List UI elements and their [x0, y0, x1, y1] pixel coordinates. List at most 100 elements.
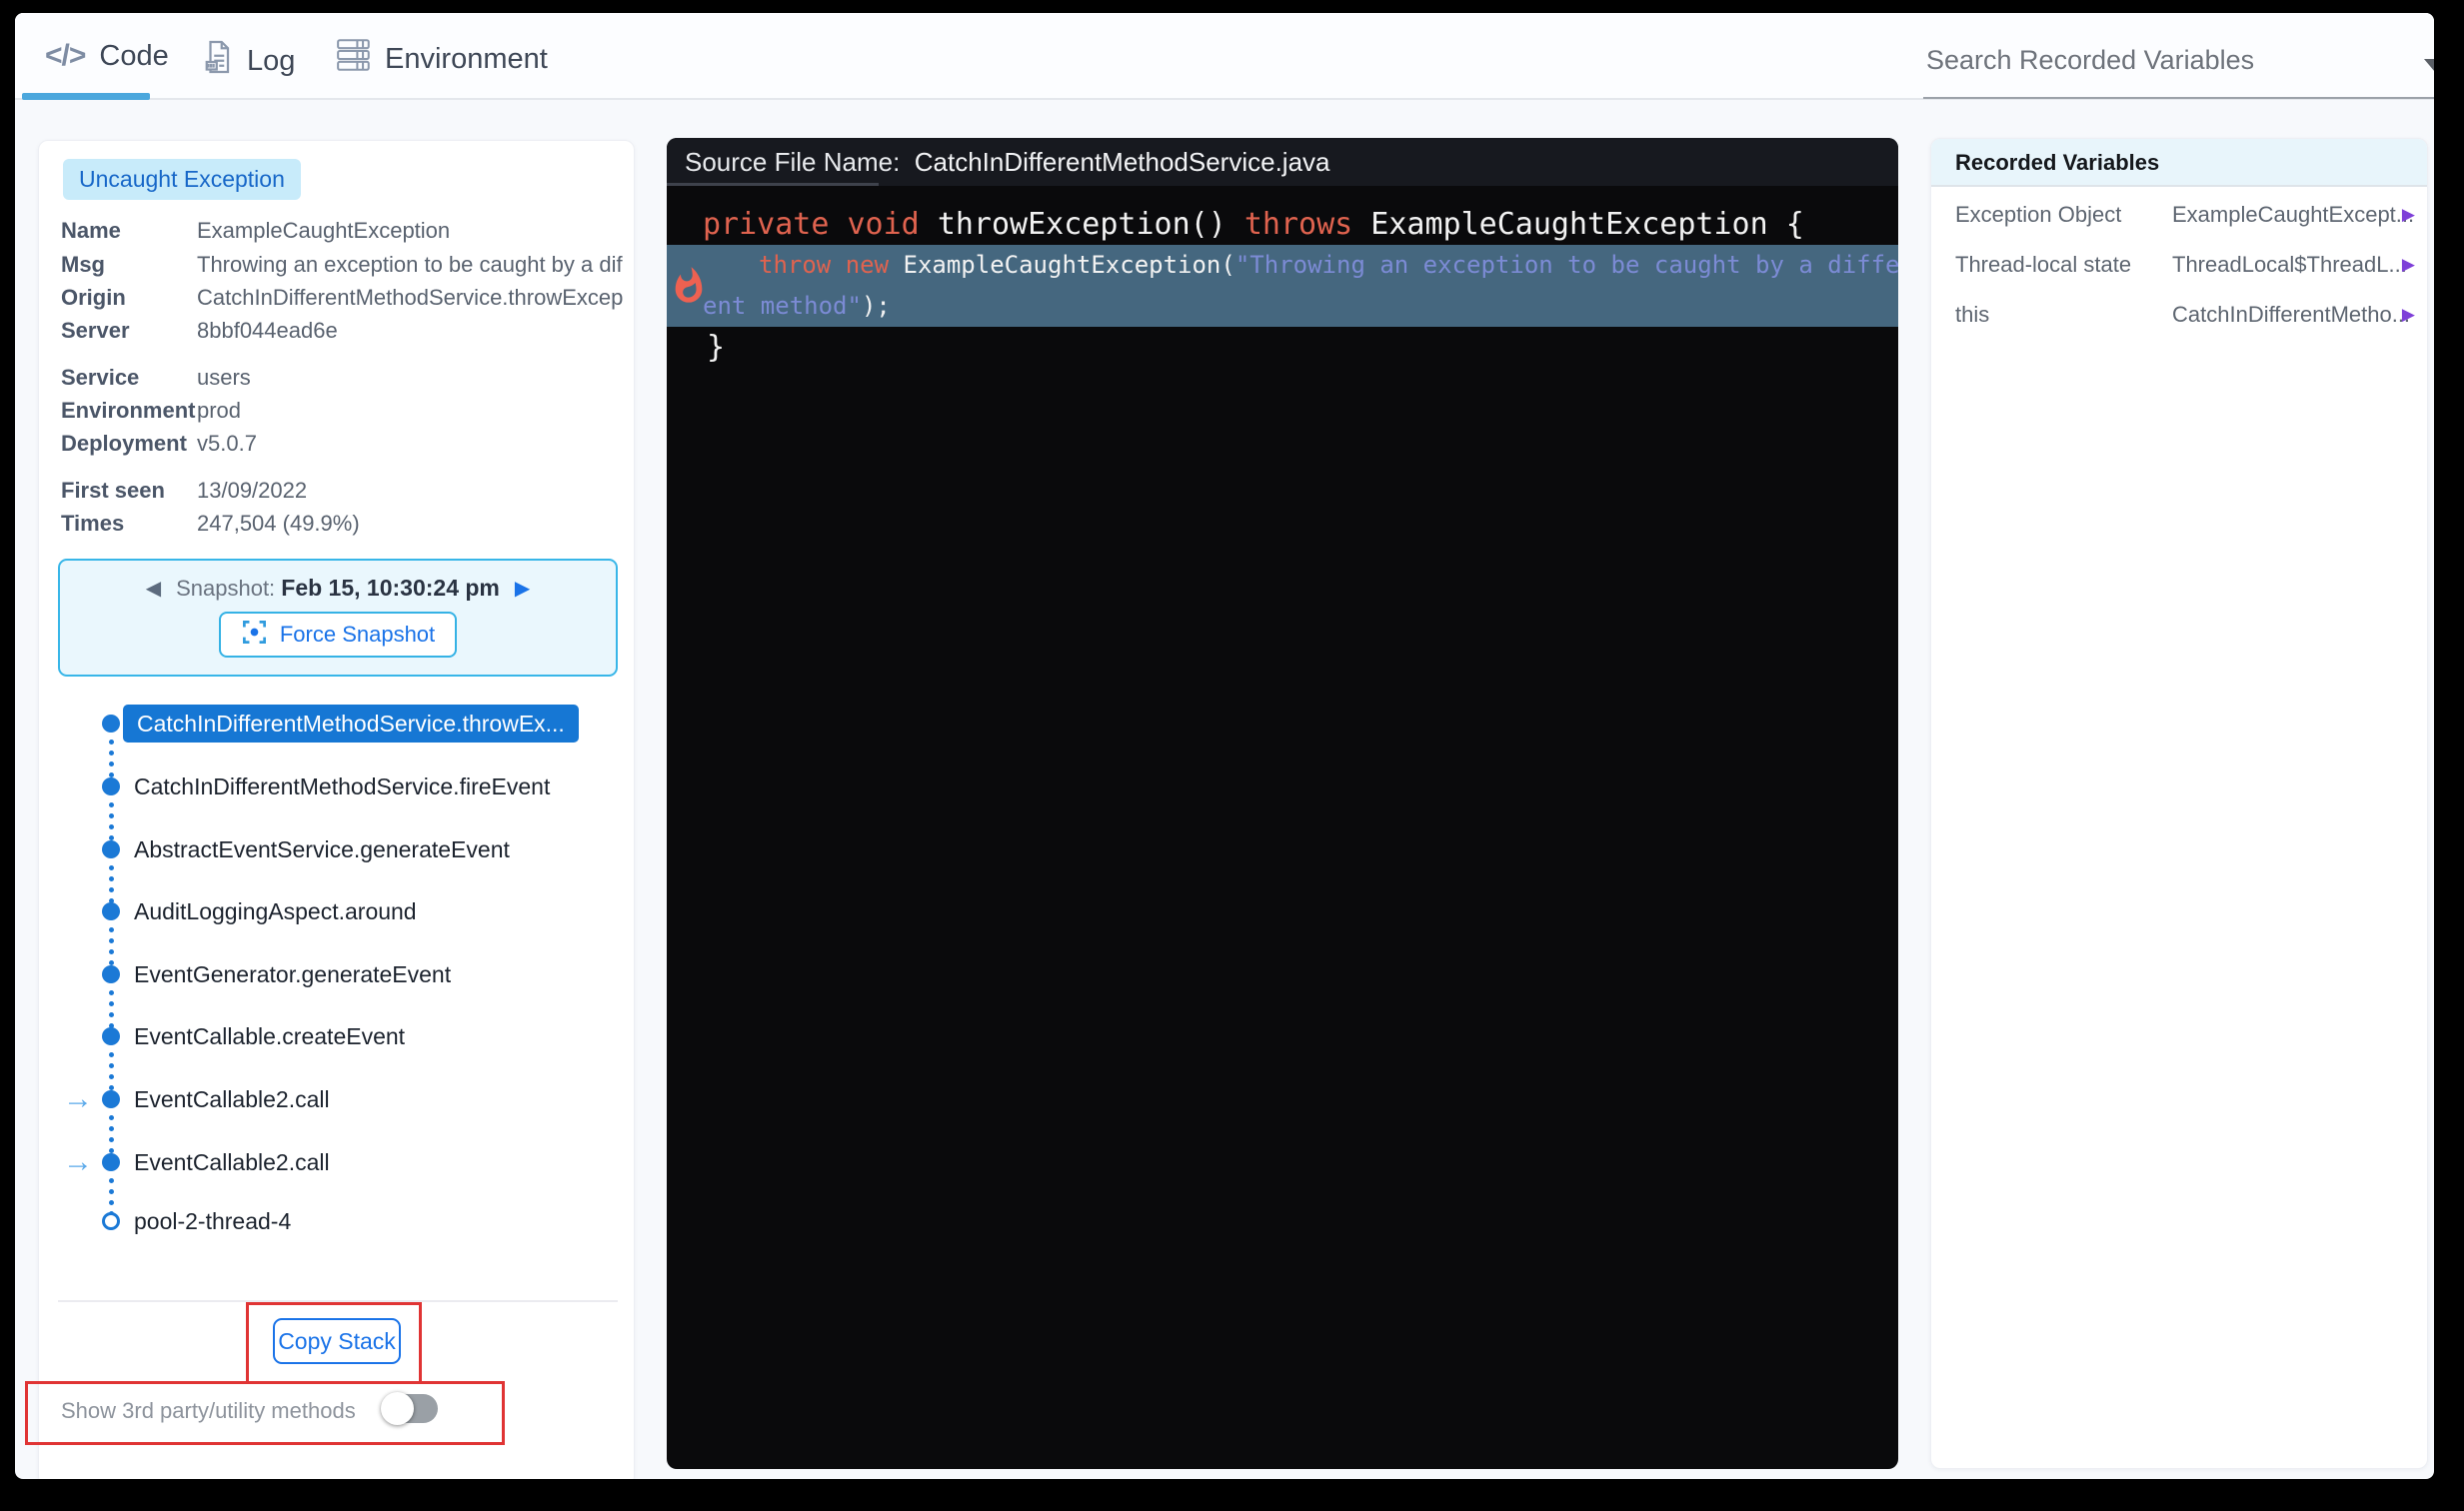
stack-connector: [107, 865, 115, 903]
divider: [58, 1300, 618, 1302]
stack-frame-label: AbstractEventService.generateEvent: [134, 835, 510, 862]
thread-ring-icon: [102, 1212, 120, 1230]
info-label: Server: [61, 318, 130, 343]
code-line-2-wrap[interactable]: ent method");: [667, 286, 1898, 327]
show-3rd-party-label: Show 3rd party/utility methods: [61, 1398, 356, 1423]
code-keyword: throw new: [759, 251, 904, 279]
stack-dot-icon: [102, 965, 120, 983]
tab-code[interactable]: </> Code: [45, 39, 169, 73]
snapshot-next-icon[interactable]: ▶: [515, 576, 530, 601]
recorded-variables-header: Recorded Variables: [1931, 139, 2427, 187]
variable-value: CatchInDifferentMetho...: [2172, 302, 2411, 327]
source-file-name-value: CatchInDifferentMethodService.java: [914, 147, 1330, 177]
expand-arrow-icon[interactable]: ▶: [2402, 205, 2415, 225]
tab-code-label: Code: [99, 39, 169, 72]
code-text: }: [707, 330, 726, 365]
stack-connector: [107, 990, 115, 1028]
variable-label: Exception Object: [1955, 202, 2122, 227]
force-snapshot-button[interactable]: Force Snapshot: [218, 612, 458, 658]
app-window: </> Code Log Environment Search Recorded…: [15, 13, 2434, 1479]
exception-type-badge: Uncaught Exception: [63, 159, 301, 200]
stack-frame-label: CatchInDifferentMethodService.fireEvent: [134, 772, 551, 799]
stack-dot-icon: [102, 1027, 120, 1045]
code-string: ent method": [703, 292, 862, 320]
stack-connector: [107, 1115, 115, 1153]
exception-flame-icon: [669, 266, 709, 306]
toggle-knob: [381, 1392, 414, 1425]
tab-log[interactable]: Log: [203, 39, 295, 83]
code-line-1[interactable]: private void throwException() throws Exa…: [667, 204, 1898, 246]
search-recorded-variables-select[interactable]: Search Recorded Variables: [1923, 39, 2434, 99]
info-value: v5.0.7: [197, 431, 257, 456]
info-value: users: [197, 365, 251, 390]
snapshot-prev-icon[interactable]: ◀: [146, 576, 161, 601]
info-label: Environment: [61, 398, 196, 423]
info-row-name: Name ExampleCaughtException: [39, 215, 636, 247]
variable-value: ThreadLocal$ThreadL...: [2172, 252, 2407, 277]
expand-arrow-icon[interactable]: ▶: [2402, 305, 2415, 325]
source-file-header: Source File Name: CatchInDifferentMethod…: [667, 138, 1898, 186]
search-recorded-variables-label: Search Recorded Variables: [1926, 45, 2255, 75]
stack-dot-icon: [102, 777, 120, 795]
info-label: Times: [61, 511, 125, 536]
code-text: ExampleCaughtException(: [903, 251, 1235, 279]
info-row-environment: Environment prod: [39, 395, 636, 427]
variable-row-this: this CatchInDifferentMetho... ▶: [1931, 297, 2427, 333]
copy-stack-label: Copy Stack: [278, 1327, 396, 1354]
source-file-name-label: Source File Name:: [685, 147, 901, 177]
chevron-down-icon[interactable]: [2424, 59, 2434, 72]
info-row-origin: Origin CatchInDifferentMethodService.thro…: [39, 282, 636, 314]
variable-label: this: [1955, 302, 1990, 327]
info-label: First seen: [61, 478, 165, 503]
show-3rd-party-toggle[interactable]: [381, 1392, 438, 1425]
variable-label: Thread-local state: [1955, 252, 2132, 277]
recorded-variables-title: Recorded Variables: [1955, 150, 2160, 175]
stack-connector: [107, 802, 115, 840]
stack-dot-icon: [102, 1153, 120, 1171]
force-snapshot-label: Force Snapshot: [279, 622, 436, 647]
stack-frame-label: EventCallable2.call: [134, 1148, 330, 1175]
variable-row-thread-local: Thread-local state ThreadLocal$ThreadL..…: [1931, 247, 2427, 283]
snapshot-date: Feb 15, 10:30:24 pm: [281, 575, 500, 601]
info-value: ExampleCaughtException: [197, 218, 451, 243]
force-snapshot-icon: [241, 619, 268, 652]
info-label: Deployment: [61, 431, 187, 456]
stack-dot-icon: [102, 840, 120, 858]
source-code-panel: Source File Name: CatchInDifferentMethod…: [667, 138, 1898, 1469]
snapshot-navigator: ◀ Snapshot: Feb 15, 10:30:24 pm ▶ Force …: [58, 559, 618, 677]
info-label: Origin: [61, 285, 126, 310]
stack-frame-label: CatchInDifferentMethodService.throwEx...: [123, 705, 579, 743]
stack-connector: [107, 740, 115, 777]
stack-frame-label: EventCallable2.call: [134, 1085, 330, 1112]
variable-value: ExampleCaughtExcept...: [2172, 202, 2415, 227]
stack-dot-icon: [102, 715, 120, 733]
code-line-3[interactable]: }: [667, 327, 1898, 369]
stack-frame-label: EventGenerator.generateEvent: [134, 960, 452, 987]
source-file-name: Source File Name: CatchInDifferentMethod…: [685, 138, 1330, 186]
info-value: Throwing an exception to be caught by a …: [197, 252, 623, 277]
stack-frame-label: pool-2-thread-4: [134, 1207, 292, 1234]
copy-stack-button[interactable]: Copy Stack: [273, 1318, 401, 1364]
stack-connector: [107, 1178, 115, 1216]
info-value: 8bbf044ead6e: [197, 318, 338, 343]
code-keyword: throws: [1243, 207, 1353, 242]
code-text: ExampleCaughtException {: [1352, 207, 1804, 242]
stack-connector: [107, 1052, 115, 1090]
recorded-variables-panel: Recorded Variables Exception Object Exam…: [1930, 138, 2428, 1469]
header-underline: [667, 183, 879, 186]
tab-environment[interactable]: Environment: [337, 39, 548, 79]
info-label: Service: [61, 365, 140, 390]
code-line-2[interactable]: throw new ExampleCaughtException("Throwi…: [667, 245, 1898, 286]
active-tab-underline: [22, 93, 150, 100]
snapshot-nav-row: ◀ Snapshot: Feb 15, 10:30:24 pm ▶: [146, 575, 531, 602]
info-label: Name: [61, 218, 121, 243]
info-row-deployment: Deployment v5.0.7: [39, 428, 636, 460]
info-value: 13/09/2022: [197, 478, 308, 503]
tab-environment-label: Environment: [385, 42, 548, 75]
code-text: );: [861, 292, 891, 320]
expand-arrow-icon[interactable]: ▶: [2402, 255, 2415, 275]
info-value: CatchInDifferentMethodService.throwExcep: [197, 285, 624, 310]
tab-bar: </> Code Log Environment Search Recorded…: [15, 13, 2434, 100]
current-frame-arrow-icon: →: [63, 1145, 93, 1178]
current-frame-arrow-icon: →: [63, 1082, 93, 1115]
